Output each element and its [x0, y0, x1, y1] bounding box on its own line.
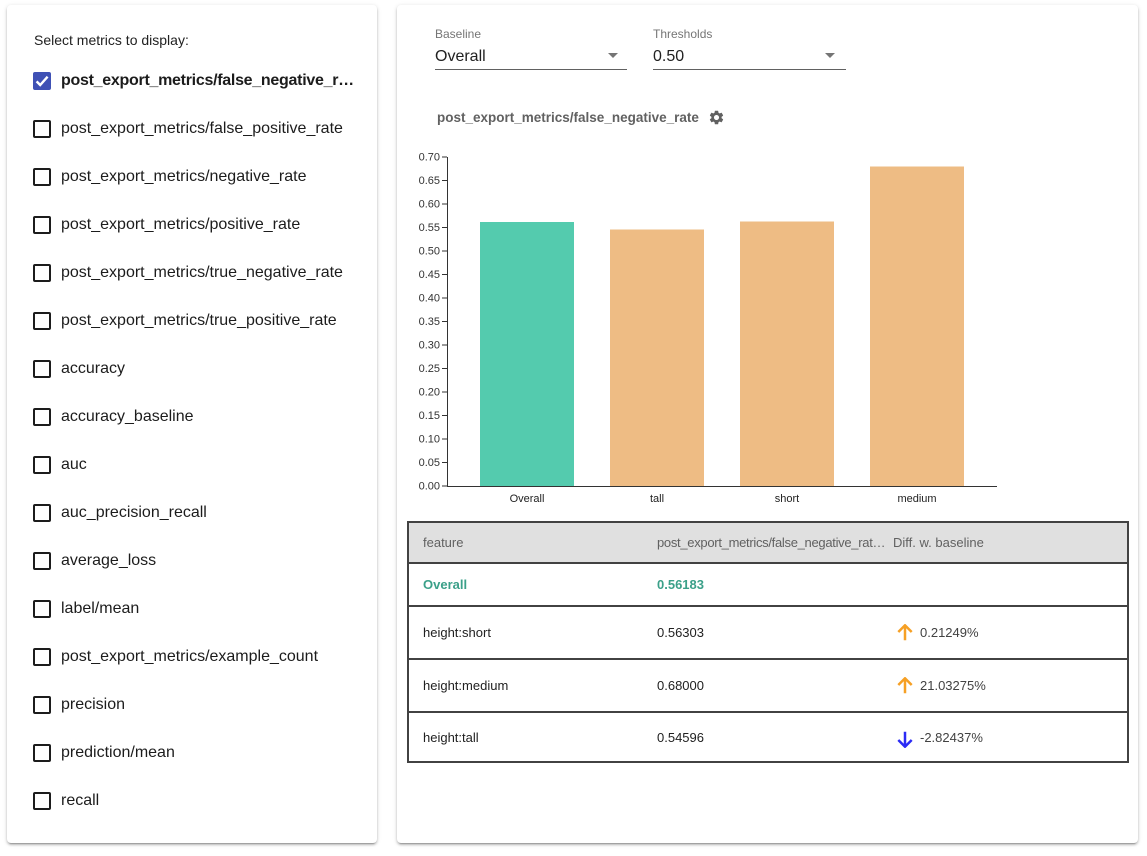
svg-text:0.50: 0.50 — [419, 246, 440, 258]
svg-text:0.60: 0.60 — [419, 199, 440, 211]
svg-text:0.05: 0.05 — [419, 457, 440, 469]
svg-text:0.00: 0.00 — [419, 481, 440, 493]
svg-text:Overall: Overall — [510, 493, 545, 505]
svg-text:0.35: 0.35 — [419, 316, 440, 328]
svg-text:0.45: 0.45 — [419, 269, 440, 281]
svg-text:0.40: 0.40 — [419, 293, 440, 305]
svg-text:tall: tall — [650, 493, 664, 505]
svg-text:0.15: 0.15 — [419, 410, 440, 422]
svg-text:0.10: 0.10 — [419, 434, 440, 446]
svg-text:0.20: 0.20 — [419, 387, 440, 399]
svg-text:0.55: 0.55 — [419, 222, 440, 234]
svg-text:medium: medium — [897, 493, 936, 505]
svg-text:0.25: 0.25 — [419, 363, 440, 375]
svg-text:0.70: 0.70 — [419, 152, 440, 164]
svg-text:0.65: 0.65 — [419, 175, 440, 187]
svg-text:0.30: 0.30 — [419, 340, 440, 352]
svg-text:short: short — [775, 493, 799, 505]
